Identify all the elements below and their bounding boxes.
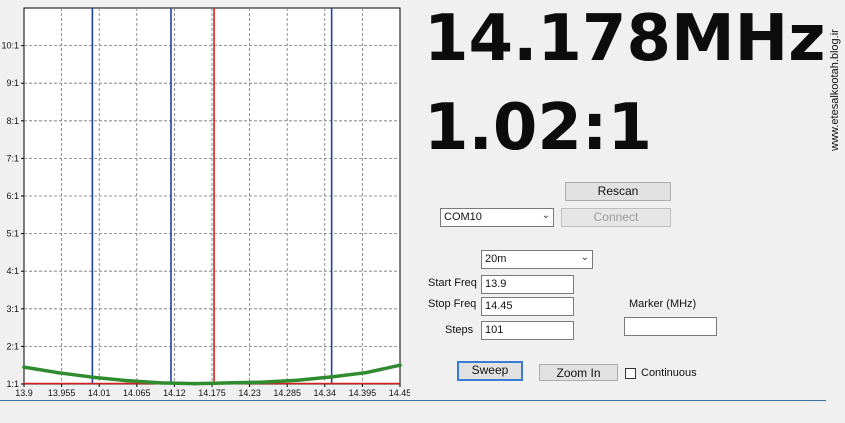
status-divider xyxy=(0,400,826,401)
marker-label: Marker (MHz) xyxy=(629,298,697,310)
zoom-in-button[interactable]: Zoom In xyxy=(539,364,618,381)
y-tick-label: 7:1 xyxy=(6,153,19,163)
swr-point xyxy=(227,381,231,385)
chevron-down-icon: ⌄ xyxy=(580,252,589,263)
swr-point xyxy=(158,381,163,385)
watermark-text: www.etesalkootah.blog.ir xyxy=(829,29,841,151)
x-tick-label: 14.285 xyxy=(273,388,301,398)
frequency-readout: 14.178MHz xyxy=(424,2,826,76)
com-port-value: COM10 xyxy=(444,211,482,223)
y-tick-label: 10:1 xyxy=(1,41,19,51)
swr-point xyxy=(295,378,300,383)
continuous-label: Continuous xyxy=(641,367,697,379)
y-tick-label: 8:1 xyxy=(6,116,19,126)
steps-label: Steps xyxy=(445,324,474,336)
swr-point xyxy=(56,370,60,375)
x-tick-label: 14.395 xyxy=(349,388,377,398)
x-tick-label: 14.34 xyxy=(314,388,337,398)
swr-point xyxy=(364,370,368,375)
start-freq-label: Start Freq xyxy=(428,277,477,289)
y-axis-ticks: 1:12:13:14:15:16:17:18:19:110:1 xyxy=(1,41,24,389)
y-tick-label: 3:1 xyxy=(6,304,19,314)
x-tick-label: 14.23 xyxy=(238,388,261,398)
com-port-select[interactable]: COM10 ⌄ xyxy=(440,208,554,227)
x-tick-label: 14.12 xyxy=(163,388,186,398)
swr-point xyxy=(90,375,95,380)
stop-freq-label: Stop Freq xyxy=(428,298,477,310)
band-select[interactable]: 20m ⌄ xyxy=(481,250,593,269)
x-tick-label: 14.175 xyxy=(198,388,226,398)
y-tick-label: 4:1 xyxy=(6,266,19,276)
rescan-button[interactable]: Rescan xyxy=(565,182,671,201)
x-tick-label: 13.9 xyxy=(15,388,33,398)
swr-point xyxy=(261,380,266,384)
continuous-checkbox[interactable] xyxy=(625,368,636,379)
y-tick-label: 5:1 xyxy=(6,229,19,239)
swr-chart: 1:12:13:14:15:16:17:18:19:110:1 13.9 13.9… xyxy=(1,7,410,398)
swr-point xyxy=(193,381,197,386)
stop-freq-input[interactable]: 14.45 xyxy=(481,297,574,316)
swr-point xyxy=(329,375,334,379)
band-value: 20m xyxy=(485,253,507,265)
y-tick-label: 9:1 xyxy=(6,78,19,88)
swr-point xyxy=(212,381,216,386)
steps-input[interactable]: 101 xyxy=(481,321,574,340)
x-tick-label: 14.45 xyxy=(389,388,410,398)
sweep-button[interactable]: Sweep xyxy=(457,361,523,381)
marker-input[interactable] xyxy=(624,317,717,336)
y-tick-label: 6:1 xyxy=(6,191,19,201)
x-tick-label: 14.065 xyxy=(123,388,151,398)
chevron-down-icon: ⌄ xyxy=(541,210,550,221)
y-tick-label: 2:1 xyxy=(6,341,19,351)
x-tick-label: 14.01 xyxy=(88,388,111,398)
connect-button[interactable]: Connect xyxy=(561,208,671,227)
swr-point xyxy=(398,363,402,368)
x-axis-ticks: 13.9 13.955 14.01 14.065 14.12 14.175 14.23 14.… xyxy=(15,384,410,398)
start-freq-input[interactable]: 13.9 xyxy=(481,275,574,294)
watermark: www.etesalkootah.blog.ir xyxy=(826,0,844,180)
swr-point xyxy=(124,378,129,383)
swr-readout: 1.02:1 xyxy=(424,91,653,165)
x-tick-label: 13.955 xyxy=(48,388,76,398)
swr-point xyxy=(22,365,26,369)
